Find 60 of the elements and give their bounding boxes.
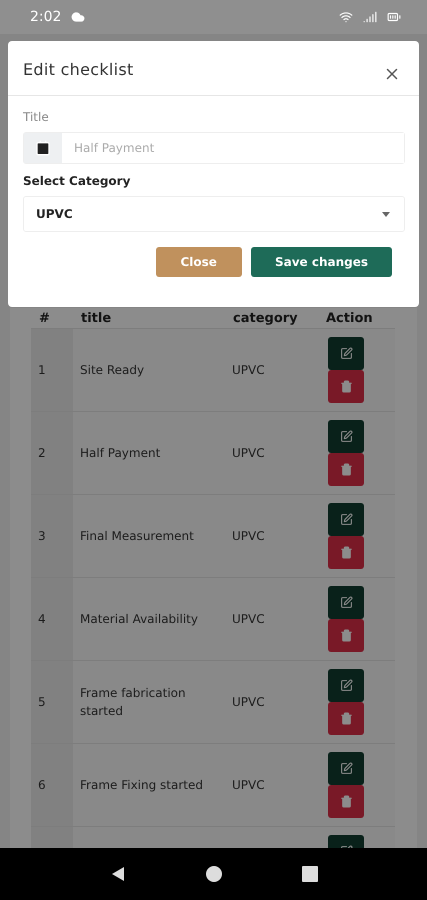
trash-icon: [340, 795, 352, 808]
table-cell: 6: [31, 744, 73, 826]
edit-button[interactable]: [328, 586, 364, 619]
table-cell: UPVC: [225, 412, 318, 494]
table-cell: UPVC: [225, 328, 318, 412]
edit-button[interactable]: [328, 669, 364, 702]
column-header: category: [225, 308, 318, 328]
table-cell: UPVC: [225, 660, 318, 744]
trash-icon: [340, 380, 352, 393]
edit-icon: [340, 513, 352, 526]
table-cell: 5: [31, 660, 73, 744]
status-time: 2:02: [30, 9, 62, 25]
delete-button[interactable]: [328, 453, 364, 486]
trash-icon: [340, 546, 352, 559]
save-button[interactable]: Save changes: [250, 247, 392, 277]
cloud-icon: [71, 10, 86, 24]
table-cell: UPVC: [225, 744, 318, 826]
edit-icon: [340, 347, 352, 360]
delete-button[interactable]: [328, 702, 364, 735]
recents-icon: [302, 866, 318, 882]
table-cell: UPVC: [225, 578, 318, 660]
table-cell: 1: [31, 328, 73, 412]
signal-icon: [363, 10, 377, 24]
trash-icon: [340, 712, 352, 725]
edit-icon: [340, 430, 352, 443]
edit-button[interactable]: [328, 337, 364, 370]
caret-icon: [382, 212, 390, 216]
column-header: title: [73, 308, 225, 328]
table-cell: UPVC: [225, 494, 318, 578]
edit-icon: [340, 762, 352, 775]
title-field[interactable]: Half Payment: [23, 132, 405, 164]
table-cell: Half Payment: [73, 412, 225, 494]
delete-button[interactable]: [328, 619, 364, 652]
trash-icon: [340, 629, 352, 642]
table-cell: 4: [31, 578, 73, 660]
home-icon: [205, 865, 224, 883]
delete-button[interactable]: [328, 370, 364, 403]
category-select[interactable]: UPVC: [23, 196, 405, 232]
edit-button[interactable]: [328, 420, 364, 453]
trash-icon: [340, 463, 352, 476]
dialog-title: Edit checklist: [23, 60, 134, 78]
edit-button[interactable]: [328, 503, 364, 536]
delete-button[interactable]: [328, 536, 364, 569]
edit-icon: [340, 596, 352, 609]
table-cell: Frame fabrication started: [73, 660, 225, 744]
edit-button[interactable]: [328, 752, 364, 785]
wifi-icon: [339, 10, 353, 24]
delete-button[interactable]: [328, 785, 364, 818]
edit-icon: [340, 679, 352, 692]
column-header: #: [31, 308, 73, 328]
battery-icon: [387, 10, 401, 24]
table-cell: Material Availability: [73, 578, 225, 660]
column-header: Action: [318, 308, 395, 328]
table-cell: Final Measurement: [73, 494, 225, 578]
table-cell: Frame Fixing started: [73, 744, 225, 826]
table-cell: 2: [31, 412, 73, 494]
field-label: Select Category: [23, 174, 132, 188]
table-cell: Site Ready: [73, 328, 225, 412]
table-cell: 3: [31, 494, 73, 578]
field-label: Title: [23, 110, 50, 124]
